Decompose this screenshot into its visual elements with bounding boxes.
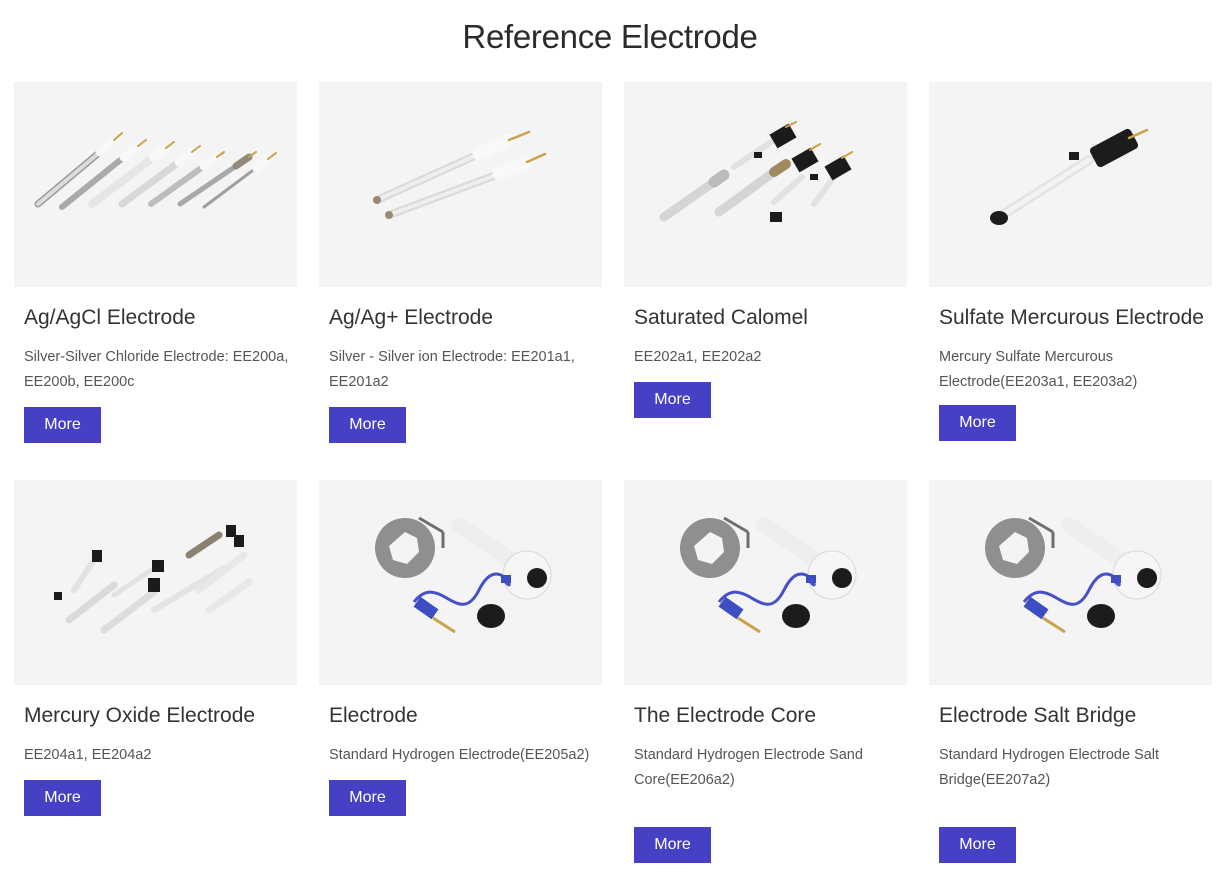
product-card-sulfate: Sulfate Mercurous Electrode Mercury Sulf… xyxy=(929,82,1212,441)
product-card-ag-agcl: Ag/AgCl Electrode Silver-Silver Chloride… xyxy=(14,82,297,443)
more-button[interactable]: More xyxy=(24,780,101,816)
more-button[interactable]: More xyxy=(329,407,406,443)
page-title: Reference Electrode xyxy=(462,18,758,55)
product-description: Silver-Silver Chloride Electrode: EE200a… xyxy=(24,349,289,390)
product-image[interactable] xyxy=(624,480,907,685)
product-image[interactable] xyxy=(929,82,1212,287)
product-card-salt-bridge: Electrode Salt Bridge Standard Hydrogen … xyxy=(929,480,1212,863)
product-description: Silver - Silver ion Electrode: EE201a1, … xyxy=(329,349,575,390)
product-image[interactable] xyxy=(14,480,297,685)
product-image[interactable] xyxy=(14,82,297,287)
product-description: Standard Hydrogen Electrode Salt Bridge(… xyxy=(939,747,1160,788)
more-button[interactable]: More xyxy=(939,405,1016,441)
oxide-electrode-image xyxy=(54,525,253,634)
sulfate-electrode-image xyxy=(990,128,1149,225)
product-card-ag-ag: Ag/Ag+ Electrode Silver - Silver ion Ele… xyxy=(319,82,602,443)
calomel-electrode-image xyxy=(659,121,853,222)
hydrogen-electrode-image xyxy=(985,516,1162,634)
product-description: EE204a1, EE204a2 xyxy=(24,747,152,763)
product-name[interactable]: Mercury Oxide Electrode xyxy=(24,704,255,728)
product-card-electrode-core: The Electrode Core Standard Hydrogen Ele… xyxy=(624,480,907,863)
product-card-calomel: Saturated Calomel EE202a1, EE202a2 More xyxy=(624,82,907,418)
twin-electrode-image xyxy=(373,130,547,219)
more-button[interactable]: More xyxy=(24,407,101,443)
product-name[interactable]: Electrode xyxy=(329,704,418,728)
product-description: Standard Hydrogen Electrode(EE205a2) xyxy=(329,747,590,763)
product-image[interactable] xyxy=(319,82,602,287)
hydrogen-electrode-image xyxy=(680,516,857,634)
product-name[interactable]: Sulfate Mercurous Electrode xyxy=(939,306,1204,330)
product-description: Mercury Sulfate Mercurous Electrode(EE20… xyxy=(939,349,1138,390)
more-button[interactable]: More xyxy=(939,827,1016,863)
product-name[interactable]: Electrode Salt Bridge xyxy=(939,704,1136,728)
more-button[interactable]: More xyxy=(634,827,711,863)
product-image[interactable] xyxy=(929,480,1212,685)
product-name[interactable]: Ag/Ag+ Electrode xyxy=(329,306,493,330)
product-card-electrode: Electrode Standard Hydrogen Electrode(EE… xyxy=(319,480,602,816)
product-name[interactable]: The Electrode Core xyxy=(634,704,816,728)
multi-electrode-image xyxy=(34,132,277,210)
product-description: EE202a1, EE202a2 xyxy=(634,349,762,365)
more-button[interactable]: More xyxy=(634,382,711,418)
more-button[interactable]: More xyxy=(329,780,406,816)
product-card-mercury-oxide: Mercury Oxide Electrode EE204a1, EE204a2… xyxy=(14,480,297,816)
product-image[interactable] xyxy=(624,82,907,287)
product-name[interactable]: Saturated Calomel xyxy=(634,306,808,330)
product-image[interactable] xyxy=(319,480,602,685)
product-description: Standard Hydrogen Electrode Sand Core(EE… xyxy=(634,747,863,788)
hydrogen-electrode-image xyxy=(375,516,552,634)
product-name[interactable]: Ag/AgCl Electrode xyxy=(24,306,196,330)
